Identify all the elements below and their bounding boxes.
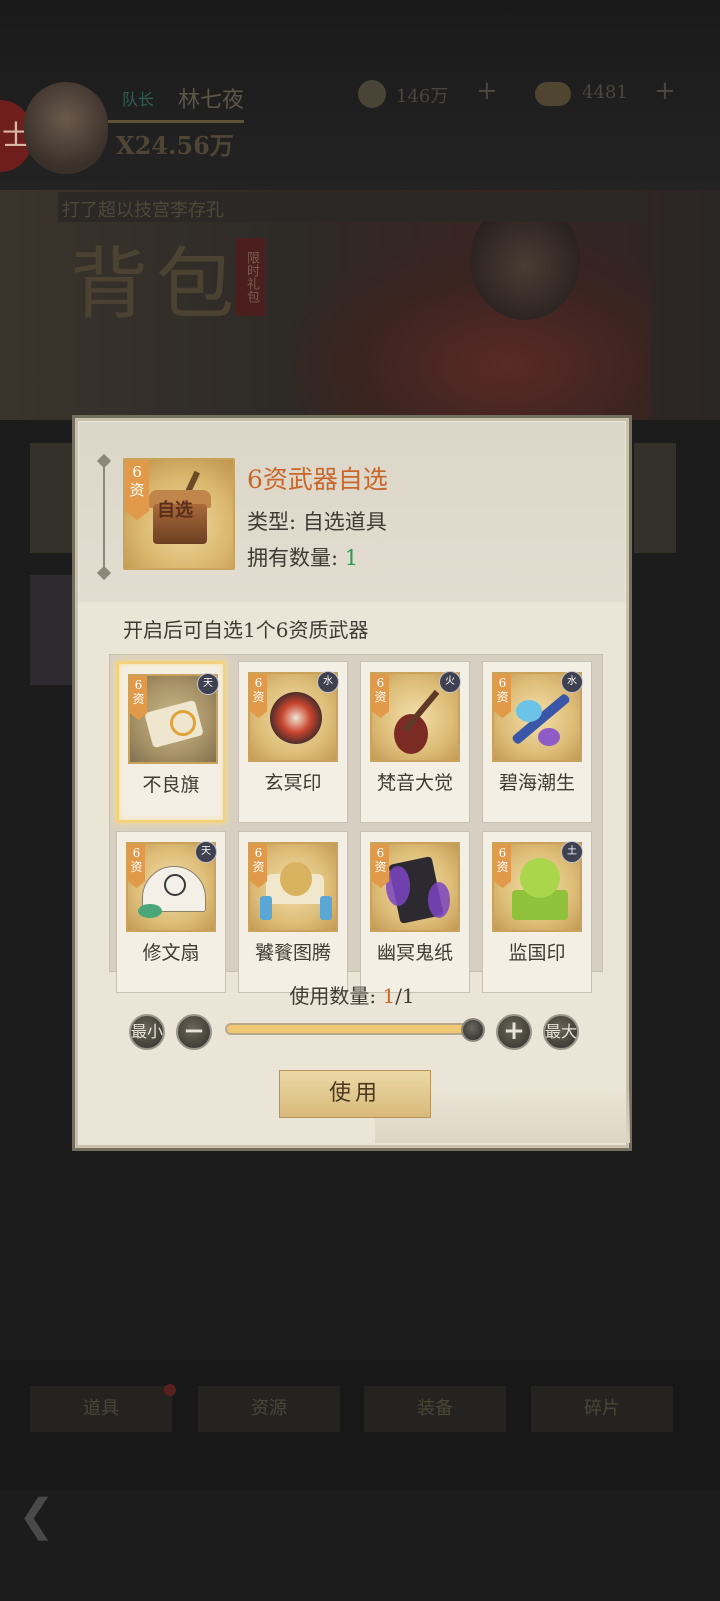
side-tag[interactable]: 限时礼包 (236, 238, 266, 316)
page-title: 背包 (70, 240, 243, 330)
element-icon: 天 (197, 673, 219, 695)
banner-title: 打了超以技宫李存孔 (62, 200, 224, 221)
pipa-weapon-icon: 6资 火 (370, 671, 461, 762)
weapon-option-buliangqi[interactable]: 6资 天 不良旗 (116, 661, 226, 823)
use-count: 使用数量: 1/1 (289, 984, 415, 1008)
banner-weapon-icon: 6资 天 (128, 673, 219, 764)
plus-button[interactable]: + (496, 1014, 532, 1050)
bg-inventory-slot (30, 575, 74, 685)
chest-item-icon: 自选 6资 (123, 458, 235, 570)
coin-amount: 146万 (396, 86, 449, 107)
fan-weapon-icon: 6资 天 (126, 841, 217, 932)
player-rank: 队长 (122, 90, 155, 109)
player-power: X24.56万 (116, 131, 234, 160)
weapon-option-grid: 6资 天 不良旗 6资 水 玄冥印 6资 火 梵音大觉 6资 水 碧海潮生 6资… (109, 654, 603, 993)
add-ingot-button[interactable]: + (654, 76, 676, 106)
weapon-option-taotietuteng[interactable]: 6资 饕餮图腾 (238, 831, 348, 993)
rail-cap (96, 453, 112, 469)
weapon-option-jianguoyin[interactable]: 6资 土 监国印 (482, 831, 592, 993)
item-owned-count: 拥有数量: 1 (247, 546, 359, 570)
weapon-option-bihaichaosheng[interactable]: 6资 水 碧海潮生 (482, 661, 592, 823)
tab-items[interactable]: 道具 (30, 1386, 172, 1432)
weapon-option-fanyindajue[interactable]: 6资 火 梵音大觉 (360, 661, 470, 823)
item-use-dialog: 自选 6资 6资武器自选 类型: 自选道具 拥有数量: 1 开启后可自选1个6资… (72, 415, 632, 1151)
player-name: 林七夜 (178, 88, 245, 113)
quantity-slider-handle[interactable] (461, 1018, 485, 1042)
weapon-option-xuanmingyin[interactable]: 6资 水 玄冥印 (238, 661, 348, 823)
element-icon: 火 (439, 671, 461, 693)
item-type: 类型: 自选道具 (247, 510, 387, 534)
seal-weapon-icon: 6资 水 (248, 671, 339, 762)
element-icon: 土 (561, 841, 583, 863)
quantity-slider[interactable] (225, 1023, 485, 1035)
player-avatar[interactable] (24, 82, 108, 174)
item-name: 6资武器自选 (247, 465, 388, 494)
power-underline (108, 120, 244, 123)
min-button[interactable]: 最小 (129, 1014, 165, 1050)
minus-button[interactable]: − (176, 1014, 212, 1050)
add-coin-button[interactable]: + (476, 76, 498, 106)
element-icon: 水 (317, 671, 339, 693)
coin-icon (358, 80, 386, 108)
jade-seal-weapon-icon: 6资 土 (492, 841, 583, 932)
element-icon: 天 (195, 841, 217, 863)
flute-weapon-icon: 6资 水 (492, 671, 583, 762)
item-header: 自选 6资 6资武器自选 类型: 自选道具 拥有数量: 1 (79, 422, 625, 602)
max-button[interactable]: 最大 (543, 1014, 579, 1050)
rail-cap (96, 565, 112, 581)
grade-badge: 6资 (125, 460, 149, 520)
back-arrow-icon[interactable]: ❮ (18, 1490, 55, 1541)
ghost-paper-weapon-icon: 6资 (370, 842, 460, 932)
element-icon: 水 (561, 671, 583, 693)
use-button[interactable]: 使用 (279, 1070, 431, 1118)
chest-label: 自选 (157, 500, 193, 521)
bg-inventory-slot (634, 443, 676, 553)
ingot-amount: 4481 (582, 82, 628, 103)
bg-inventory-slot (30, 443, 74, 553)
scroll-rail (103, 462, 105, 572)
weapon-option-youmingguizhi[interactable]: 6资 幽冥鬼纸 (360, 831, 470, 993)
weapon-option-xiuwenshan[interactable]: 6资 天 修文扇 (116, 831, 226, 993)
totem-weapon-icon: 6资 (248, 842, 338, 932)
notification-dot (164, 1384, 176, 1396)
tab-fragments[interactable]: 碎片 (531, 1386, 673, 1432)
tab-equipment[interactable]: 装备 (364, 1386, 506, 1432)
item-description: 开启后可自选1个6资质武器 (123, 618, 369, 642)
ingot-icon (535, 82, 571, 106)
tab-resources[interactable]: 资源 (198, 1386, 340, 1432)
